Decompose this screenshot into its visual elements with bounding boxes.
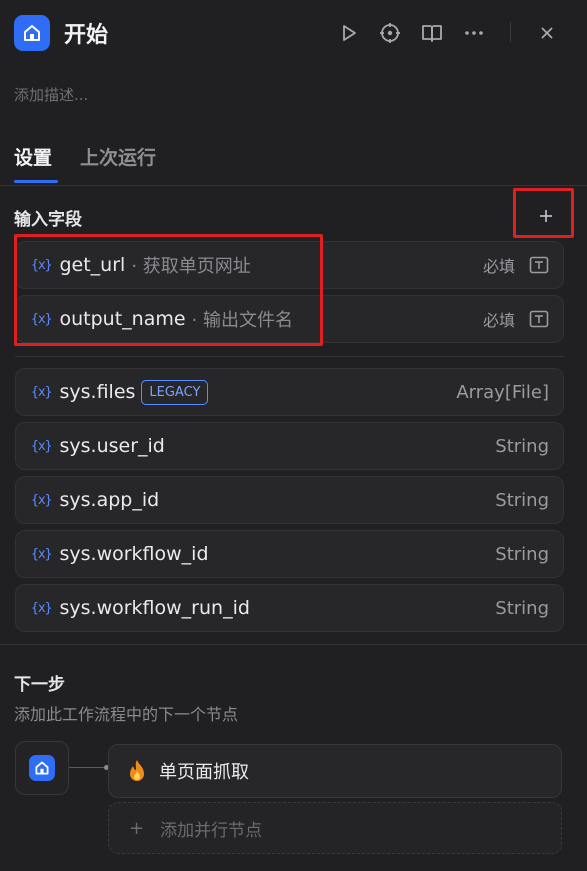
node-connector	[69, 767, 107, 768]
locate-icon	[380, 23, 400, 43]
required-tag: 必填	[482, 257, 515, 276]
tab-settings[interactable]: 设置	[14, 143, 52, 170]
next-node-card[interactable]: 单页面抓取	[108, 744, 562, 798]
variable-icon: {x}	[31, 546, 53, 562]
next-step-subtitle: 添加此工作流程中的下一个节点	[14, 705, 239, 724]
add-parallel-node-button[interactable]: + 添加并行节点	[108, 802, 562, 854]
field-name: sys.user_id	[59, 435, 165, 457]
close-button[interactable]	[534, 20, 560, 46]
home-icon	[24, 25, 40, 41]
fields-divider	[15, 356, 564, 357]
text-input-icon	[529, 310, 549, 328]
more-icon	[465, 31, 483, 35]
fire-icon	[130, 760, 144, 781]
field-type: String	[495, 435, 549, 457]
close-icon	[541, 27, 553, 39]
page-title: 开始	[64, 23, 109, 48]
field-type: String	[495, 489, 549, 511]
system-field-row[interactable]: {x} sys.files LEGACY Array[File]	[15, 368, 564, 416]
system-field-row[interactable]: {x} sys.app_id String	[15, 476, 564, 524]
tab-last-run[interactable]: 上次运行	[80, 143, 156, 170]
variable-icon: {x}	[31, 600, 53, 616]
system-field-row[interactable]: {x} sys.workflow_run_id String	[15, 584, 564, 632]
field-name: sys.workflow_run_id	[59, 597, 250, 619]
run-button[interactable]	[336, 20, 362, 46]
start-node	[15, 741, 69, 795]
text-input-icon	[529, 256, 549, 274]
legacy-badge: LEGACY	[141, 379, 209, 405]
header-separator	[510, 22, 511, 42]
variable-icon: {x}	[31, 384, 53, 400]
start-node-app-icon	[14, 15, 50, 51]
tabs-divider	[0, 185, 587, 186]
description-input[interactable]: 添加描述...	[14, 84, 88, 105]
field-type: String	[495, 543, 549, 565]
run-icon	[343, 25, 356, 41]
variable-icon: {x}	[31, 438, 53, 454]
add-parallel-label: 添加并行节点	[160, 820, 263, 841]
home-icon	[35, 761, 49, 775]
annotation-box-user-fields	[14, 234, 323, 346]
field-name: sys.workflow_id	[59, 543, 209, 565]
next-node-label: 单页面抓取	[159, 762, 249, 783]
next-step-title: 下一步	[14, 675, 65, 695]
field-name: sys.files	[59, 381, 136, 403]
plus-icon: +	[129, 817, 145, 839]
required-tag: 必填	[482, 311, 515, 330]
active-tab-indicator	[14, 180, 58, 183]
variable-icon: {x}	[31, 492, 53, 508]
section-divider	[0, 644, 587, 645]
field-type: Array[File]	[456, 381, 549, 403]
more-button[interactable]	[461, 20, 487, 46]
field-type: String	[495, 597, 549, 619]
start-node-icon-wrapper	[29, 755, 55, 781]
field-name: sys.app_id	[59, 489, 160, 511]
system-field-row[interactable]: {x} sys.user_id String	[15, 422, 564, 470]
docs-button[interactable]	[419, 20, 445, 46]
book-icon	[422, 25, 442, 42]
locate-button[interactable]	[377, 20, 403, 46]
system-field-row[interactable]: {x} sys.workflow_id String	[15, 530, 564, 578]
annotation-box-add-button	[513, 188, 574, 238]
input-fields-title: 输入字段	[14, 210, 82, 230]
